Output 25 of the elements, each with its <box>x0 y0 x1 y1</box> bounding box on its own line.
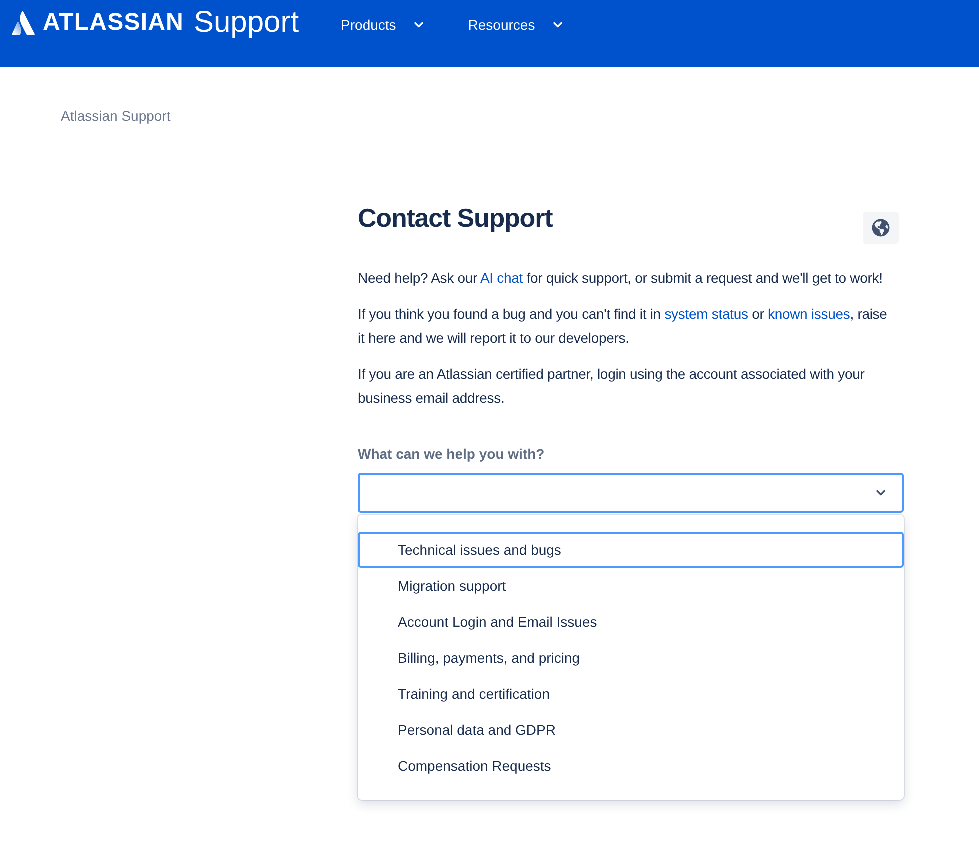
dropdown-option[interactable]: Technical issues and bugs <box>358 532 904 568</box>
dropdown-option[interactable]: Account Login and Email Issues <box>358 604 904 640</box>
body-paragraph: If you think you found a bug and you can't find it in system status or known issues, raise it here and we will report it to our developers. <box>358 305 888 348</box>
brand-name: ATLASSIAN <box>43 9 184 37</box>
product-name: Support <box>194 6 300 40</box>
inline-link[interactable]: system status <box>664 306 748 322</box>
dropdown-option[interactable]: Compensation Requests <box>358 748 904 784</box>
inline-link[interactable]: AI chat <box>480 270 523 286</box>
field-label: What can we help you with? <box>358 445 546 464</box>
dropdown-option[interactable]: Migration support <box>358 568 904 604</box>
page-title: Contact Support <box>358 202 553 234</box>
inline-link[interactable]: known issues <box>768 306 850 322</box>
dropdown-option[interactable]: Training and certification <box>358 676 904 712</box>
dropdown-option[interactable]: Billing, payments, and pricing <box>358 640 904 676</box>
body-paragraph: Need help? Ask our AI chat for quick support, or submit a request and we'll get to work! <box>358 269 884 288</box>
logo-link[interactable]: ATLASSIAN Support <box>12 6 300 40</box>
language-button[interactable] <box>863 212 899 244</box>
nav-menu-button[interactable]: Products <box>335 13 432 37</box>
dropdown-option[interactable]: Personal data and GDPR <box>358 712 904 748</box>
body-paragraph: If you are an Atlassian certified partner, login using the account associated with your business email address. <box>358 365 866 408</box>
nav-menu-button[interactable]: Resources <box>462 13 572 37</box>
help-topic-select[interactable] <box>358 473 904 513</box>
logo-icon <box>12 11 35 35</box>
globe-icon <box>872 219 890 237</box>
breadcrumb-link[interactable]: Atlassian Support <box>61 106 171 126</box>
